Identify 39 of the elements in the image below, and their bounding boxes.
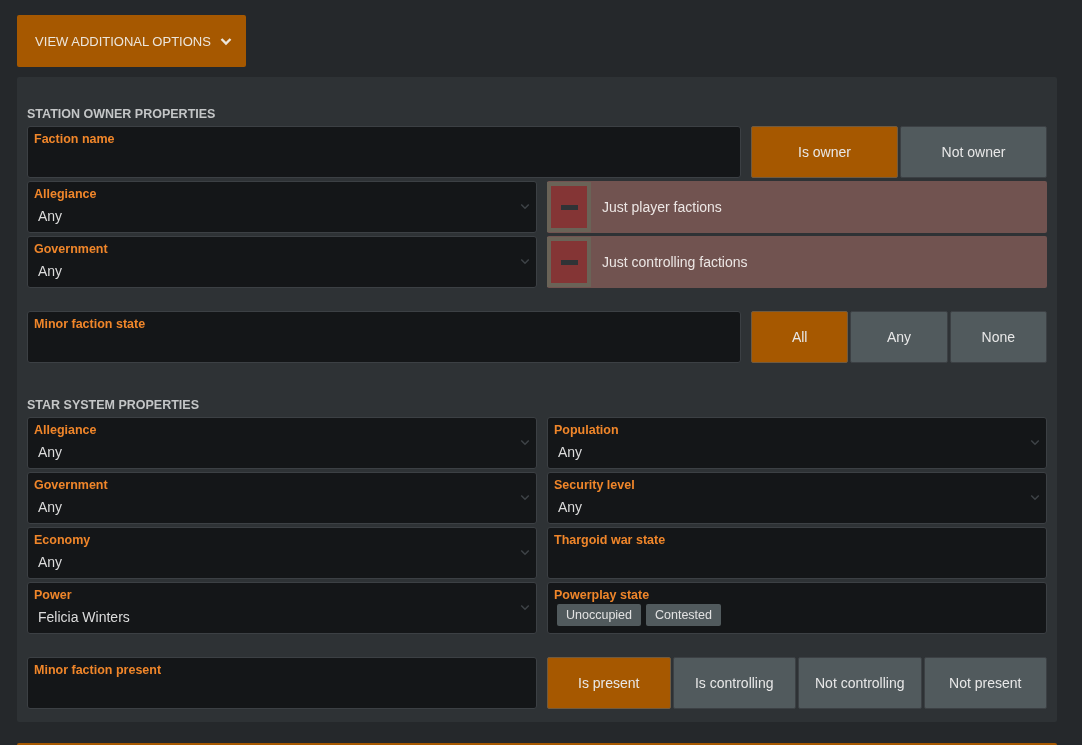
select-field[interactable]: Economy Any xyxy=(27,527,537,579)
segment-button[interactable]: None xyxy=(949,311,1047,363)
segment-button[interactable]: Is controlling xyxy=(672,657,796,709)
segment-button[interactable]: Is owner xyxy=(751,126,898,178)
chevron-down-icon xyxy=(520,494,530,501)
chevron-down-icon xyxy=(520,258,530,265)
chevron-down-icon xyxy=(520,549,530,556)
toggle-row[interactable]: Just player factions xyxy=(547,181,1047,233)
chevron-down-icon xyxy=(1030,494,1040,501)
select-field[interactable]: Government Any xyxy=(27,236,537,288)
select-field[interactable]: Allegiance Any xyxy=(27,181,537,233)
chevron-down-icon xyxy=(520,203,530,210)
options-button[interactable]: VIEW ADDITIONAL OPTIONS xyxy=(17,15,246,67)
select-field[interactable]: Power Felicia Winters xyxy=(27,582,537,634)
segment-button[interactable]: Not present xyxy=(923,657,1047,709)
segment-button[interactable]: Not owner xyxy=(900,126,1047,178)
select-field[interactable]: Allegiance Any xyxy=(27,417,537,469)
tristate-checkbox[interactable] xyxy=(547,182,591,232)
input-field[interactable]: Powerplay state Unoccupied Contested xyxy=(547,582,1047,634)
select-field[interactable]: Security level Any xyxy=(547,472,1047,524)
input-field[interactable]: Faction name xyxy=(27,126,741,178)
segment-button[interactable]: Not controlling xyxy=(798,657,922,709)
chevron-down-icon xyxy=(520,604,530,611)
tristate-checkbox[interactable] xyxy=(547,237,591,287)
section-title: STAR SYSTEM PROPERTIES xyxy=(27,398,200,414)
segment-button[interactable]: Any xyxy=(850,311,948,363)
input-field[interactable]: Minor faction state xyxy=(27,311,741,363)
chevron-down-icon xyxy=(520,439,530,446)
select-field[interactable]: Population Any xyxy=(547,417,1047,469)
tag-chip[interactable]: Unoccupied xyxy=(557,604,641,626)
chevron-down-icon xyxy=(1030,439,1040,446)
toggle-row[interactable]: Just controlling factions xyxy=(547,236,1047,288)
tag-chip[interactable]: Contested xyxy=(646,604,721,626)
segment-button[interactable]: All xyxy=(751,311,849,363)
input-field[interactable]: Minor faction present xyxy=(27,657,537,709)
segment-button[interactable]: Is present xyxy=(547,657,671,709)
section-title: STATION OWNER PROPERTIES xyxy=(27,107,217,123)
select-field[interactable]: Government Any xyxy=(27,472,537,524)
input-field[interactable]: Thargoid war state xyxy=(547,527,1047,579)
